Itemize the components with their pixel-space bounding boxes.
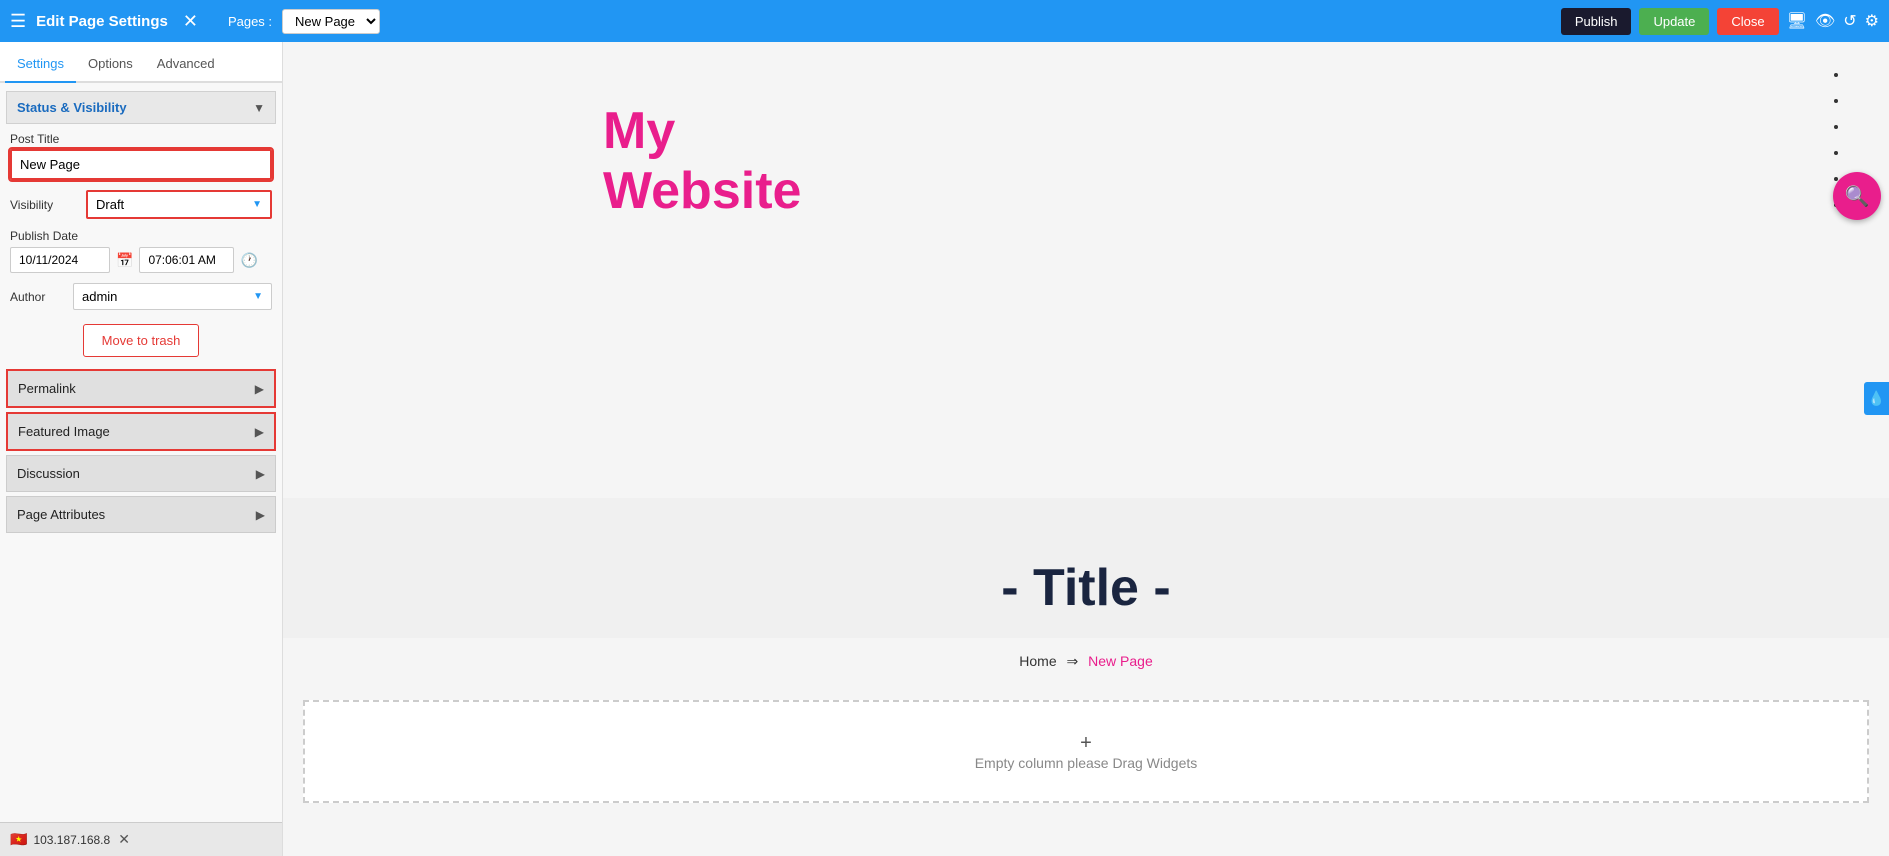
page-attributes-header[interactable]: Page Attributes ▶ — [6, 496, 276, 533]
discussion-header[interactable]: Discussion ▶ — [6, 455, 276, 492]
post-title-input[interactable] — [10, 149, 272, 180]
website-title-line2: Website — [603, 162, 801, 222]
topbar-close-icon[interactable]: ✕ — [183, 11, 198, 32]
tab-options[interactable]: Options — [76, 42, 145, 83]
sidebar-bottom: 🇻🇳 103.187.168.8 ✕ — [0, 822, 282, 856]
post-title-label: Post Title — [10, 132, 272, 146]
breadcrumb-current: New Page — [1088, 653, 1153, 669]
featured-image-section: Featured Image ▶ — [6, 412, 276, 451]
search-fab-icon: 🔍 — [1845, 184, 1870, 209]
page-attributes-title: Page Attributes — [17, 507, 105, 522]
post-title-group: Post Title — [6, 132, 276, 180]
featured-image-arrow-icon: ▶ — [255, 425, 264, 439]
author-row: Author admin ▼ — [6, 283, 276, 310]
sidebar-content: Status & Visibility ▼ Post Title Visibil… — [0, 83, 282, 822]
page-title-area: - Title - — [283, 498, 1889, 638]
eye-icon[interactable]: 👁 — [1815, 11, 1835, 31]
layout: Settings Options Advanced Status & Visib… — [0, 42, 1889, 856]
permalink-section: Permalink ▶ — [6, 369, 276, 408]
hierarchy-icon[interactable]: ⚙ — [1865, 11, 1879, 31]
undo-icon[interactable]: ↺ — [1843, 11, 1856, 31]
section-status-title: Status & Visibility — [17, 100, 127, 115]
sidebar-tabs: Settings Options Advanced — [0, 42, 282, 83]
hamburger-icon[interactable]: ☰ — [10, 11, 26, 32]
breadcrumb-arrow: ⇒ — [1067, 653, 1079, 669]
visibility-arrow-icon: ▼ — [244, 194, 270, 215]
permalink-title: Permalink — [18, 381, 76, 396]
time-input[interactable] — [139, 247, 234, 273]
search-fab-button[interactable]: 🔍 — [1833, 172, 1881, 220]
publish-date-row: 📅 🕐 — [10, 247, 272, 273]
website-title-line1: My — [603, 102, 801, 162]
author-arrow-icon: ▼ — [245, 286, 271, 307]
status-visibility-section[interactable]: Status & Visibility ▼ — [6, 91, 276, 124]
date-input[interactable] — [10, 247, 110, 273]
tab-advanced[interactable]: Advanced — [145, 42, 227, 83]
discussion-arrow-icon: ▶ — [256, 467, 265, 481]
main-content: My Website 🔍 - Title - Home ⇒ New Page +… — [283, 42, 1889, 856]
pages-label: Pages : — [228, 14, 272, 29]
update-button[interactable]: Update — [1639, 8, 1709, 35]
discussion-section: Discussion ▶ — [6, 455, 276, 492]
page-title: - Title - — [303, 558, 1869, 618]
author-select-wrapper: admin ▼ — [73, 283, 272, 310]
section-chevron-icon: ▼ — [253, 101, 265, 115]
permalink-arrow-icon: ▶ — [255, 382, 264, 396]
publish-date-label: Publish Date — [10, 229, 272, 243]
publish-button[interactable]: Publish — [1561, 8, 1632, 35]
topbar-right: Publish Update Close 🖥 👁 ↺ ⚙ — [1561, 8, 1879, 35]
visibility-row: Visibility Draft ▼ — [6, 190, 276, 219]
desktop-icon[interactable]: 🖥 — [1787, 11, 1807, 31]
preview-nav — [283, 42, 1889, 218]
ip-address: 103.187.168.8 — [33, 833, 110, 847]
right-side-panel-icon[interactable]: 💧 — [1864, 382, 1889, 415]
topbar-title: Edit Page Settings — [36, 13, 168, 30]
discussion-title: Discussion — [17, 466, 80, 481]
widget-placeholder-text: Empty column please Drag Widgets — [325, 755, 1847, 771]
featured-image-header[interactable]: Featured Image ▶ — [6, 412, 276, 451]
calendar-icon: 📅 — [116, 252, 133, 269]
clock-icon: 🕐 — [240, 252, 257, 269]
move-to-trash-button[interactable]: Move to trash — [83, 324, 200, 357]
flag-icon: 🇻🇳 — [10, 831, 27, 848]
breadcrumb: Home ⇒ New Page — [283, 638, 1889, 700]
author-label: Author — [10, 290, 65, 304]
author-select[interactable]: admin — [74, 284, 245, 309]
page-attributes-section: Page Attributes ▶ — [6, 496, 276, 533]
topbar: ☰ Edit Page Settings ✕ Pages : New Page … — [0, 0, 1889, 42]
permalink-header[interactable]: Permalink ▶ — [6, 369, 276, 408]
preview-area: My Website 🔍 - Title - Home ⇒ New Page +… — [283, 42, 1889, 856]
widget-area[interactable]: + Empty column please Drag Widgets — [303, 700, 1869, 803]
pages-select[interactable]: New Page — [282, 9, 380, 34]
visibility-select[interactable]: Draft — [88, 192, 244, 217]
trash-btn-wrapper: Move to trash — [6, 324, 276, 357]
close-button[interactable]: Close — [1717, 8, 1778, 35]
publish-date-group: Publish Date 📅 🕐 — [6, 229, 276, 273]
breadcrumb-home: Home — [1019, 653, 1056, 669]
widget-add-icon: + — [325, 732, 1847, 755]
sidebar: Settings Options Advanced Status & Visib… — [0, 42, 283, 856]
visibility-label: Visibility — [10, 198, 80, 212]
website-title: My Website — [603, 102, 801, 222]
page-attributes-arrow-icon: ▶ — [256, 508, 265, 522]
tab-settings[interactable]: Settings — [5, 42, 76, 83]
visibility-select-wrapper: Draft ▼ — [86, 190, 272, 219]
ip-close-icon[interactable]: ✕ — [118, 831, 130, 848]
featured-image-title: Featured Image — [18, 424, 110, 439]
